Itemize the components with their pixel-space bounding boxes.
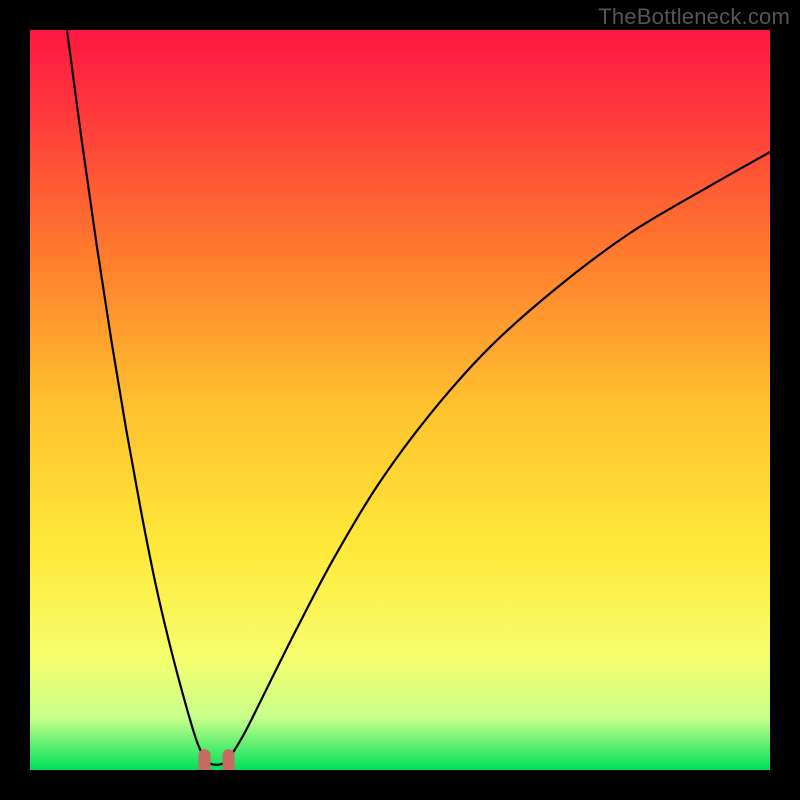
gradient-background: [30, 30, 770, 770]
chart-svg: [30, 30, 770, 770]
watermark-text: TheBottleneck.com: [598, 4, 790, 30]
outer-frame: TheBottleneck.com: [0, 0, 800, 800]
plot-area: [30, 30, 770, 770]
